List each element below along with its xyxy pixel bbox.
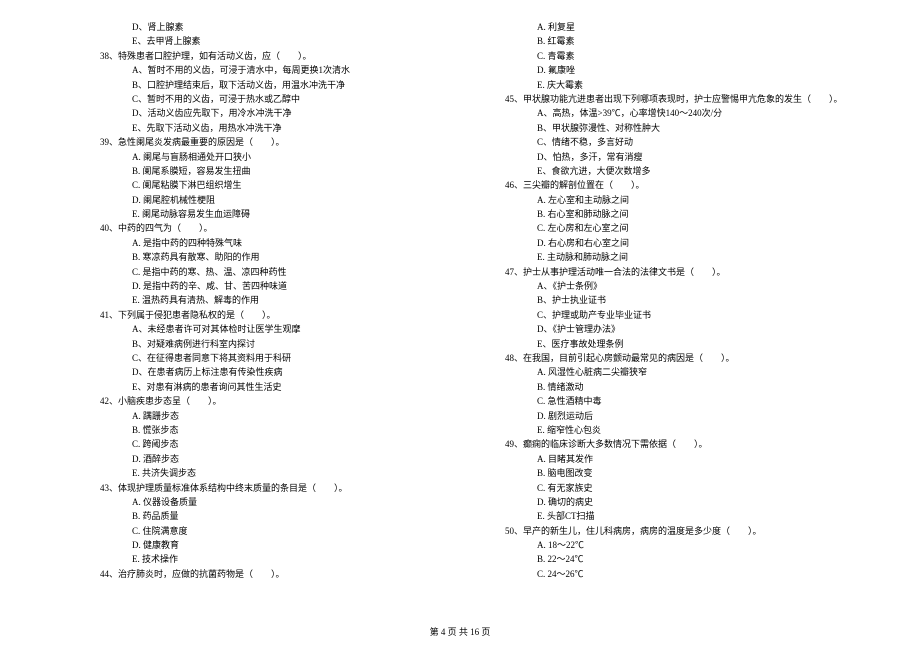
option-line: A. 目睹其发作 [505,452,860,466]
option-line: E. 共济失调步态 [100,466,455,480]
question-line: 48、在我国，目前引起心房颤动最常见的病因是（ ）。 [505,351,860,365]
option-line: B、甲状腺弥漫性、对称性肿大 [505,121,860,135]
option-line: E. 头部CT扫描 [505,509,860,523]
option-line: B. 右心室和肺动脉之间 [505,207,860,221]
option-line: D. 是指中药的辛、咸、甘、苦四种味道 [100,279,455,293]
question-line: 50、早产的新生儿，住儿科病房，病房的温度是多少度（ ）。 [505,524,860,538]
option-line: B. 药品质量 [100,509,455,523]
option-line: A. 利复星 [505,20,860,34]
option-line: D、《护士管理办法》 [505,322,860,336]
option-line: C. 住院满意度 [100,524,455,538]
question-line: 42、小脑疾患步态呈（ ）。 [100,394,455,408]
option-line: B. 寒凉药具有散寒、助阳的作用 [100,250,455,264]
option-line: D、活动义齿应先取下，用冷水冲洗干净 [100,106,455,120]
question-line: 40、中药的四气为（ ）。 [100,221,455,235]
option-line: C、暂时不用的义齿，可浸于热水或乙醇中 [100,92,455,106]
option-line: B. 红霉素 [505,34,860,48]
option-line: C. 阑尾粘膜下淋巴组织增生 [100,178,455,192]
option-line: B、护士执业证书 [505,293,860,307]
option-line: C. 是指中药的寒、热、温、凉四种药性 [100,265,455,279]
right-column: A. 利复星B. 红霉素C. 青霉素D. 氟康唑E. 庆大霉素45、甲状腺功能亢… [505,20,860,581]
option-line: C. 24～26℃ [505,567,860,581]
option-line: E、对患有淋病的患者询问其性生活史 [100,380,455,394]
question-line: 45、甲状腺功能亢进患者出现下列哪项表现时，护士应警惕甲亢危象的发生（ ）。 [505,92,860,106]
option-line: C. 有无家族史 [505,481,860,495]
left-column: D、肾上腺素E、去甲肾上腺素38、特殊患者口腔护理，如有活动义齿，应（ ）。A、… [100,20,455,581]
option-line: C. 青霉素 [505,49,860,63]
question-line: 46、三尖瓣的解剖位置在（ ）。 [505,178,860,192]
page-footer: 第 4 页 共 16 页 [0,625,920,638]
option-line: E、食欲亢进，大便次数增多 [505,164,860,178]
option-line: A、高热，体温>39℃，心率增快140～240次/分 [505,106,860,120]
option-line: B、对疑难病例进行科室内探讨 [100,337,455,351]
option-line: D、怕热，多汗，常有消瘦 [505,150,860,164]
option-line: E. 缩窄性心包炎 [505,423,860,437]
option-line: D. 剧烈运动后 [505,409,860,423]
option-line: E、医疗事故处理条例 [505,337,860,351]
option-line: D. 右心房和右心室之间 [505,236,860,250]
option-line: C、护理或助产专业毕业证书 [505,308,860,322]
question-line: 49、癫痫的临床诊断大多数情况下需依据（ ）。 [505,437,860,451]
option-line: A、暂时不用的义齿，可浸于清水中，每周更换1次清水 [100,63,455,77]
option-line: A. 18～22℃ [505,538,860,552]
option-line: D. 健康教育 [100,538,455,552]
option-line: D. 酒醉步态 [100,452,455,466]
question-line: 47、护士从事护理活动唯一合法的法律文书是（ ）。 [505,265,860,279]
question-line: 39、急性阑尾炎发病最重要的原因是（ ）。 [100,135,455,149]
option-line: C、情绪不稳，多言好动 [505,135,860,149]
option-line: E、去甲肾上腺素 [100,34,455,48]
content-columns: D、肾上腺素E、去甲肾上腺素38、特殊患者口腔护理，如有活动义齿，应（ ）。A、… [100,20,860,581]
option-line: E. 主动脉和肺动脉之间 [505,250,860,264]
option-line: C. 左心房和左心室之间 [505,221,860,235]
option-line: D. 阑尾腔机械性梗阻 [100,193,455,207]
option-line: D. 确切的病史 [505,495,860,509]
option-line: A、《护士条例》 [505,279,860,293]
option-line: A. 左心室和主动脉之间 [505,193,860,207]
option-line: A. 是指中药的四种特殊气味 [100,236,455,250]
option-line: A. 仪器设备质量 [100,495,455,509]
option-line: E、先取下活动义齿，用热水冲洗干净 [100,121,455,135]
option-line: D. 氟康唑 [505,63,860,77]
option-line: E. 阑尾动脉容易发生血运障碍 [100,207,455,221]
option-line: B. 阑尾系膜短，容易发生扭曲 [100,164,455,178]
question-line: 43、体现护理质量标准体系结构中终末质量的条目是（ ）。 [100,481,455,495]
option-line: E. 技术操作 [100,552,455,566]
option-line: D、肾上腺素 [100,20,455,34]
question-line: 44、治疗肺炎时，应做的抗菌药物是（ ）。 [100,567,455,581]
option-line: E. 温热药具有清热、解毒的作用 [100,293,455,307]
option-line: C、在征得患者同意下将其资料用于科研 [100,351,455,365]
option-line: B. 慌张步态 [100,423,455,437]
question-line: 38、特殊患者口腔护理，如有活动义齿，应（ ）。 [100,49,455,63]
option-line: D、在患者病历上标注患有传染性疾病 [100,365,455,379]
option-line: A. 阑尾与盲肠相通处开口狭小 [100,150,455,164]
option-line: C. 急性酒精中毒 [505,394,860,408]
question-line: 41、下列属于侵犯患者隐私权的是（ ）。 [100,308,455,322]
option-line: B. 脑电图改变 [505,466,860,480]
option-line: E. 庆大霉素 [505,78,860,92]
option-line: B、口腔护理结束后，取下活动义齿，用温水冲洗干净 [100,78,455,92]
option-line: A、未经患者许可对其体检时让医学生观摩 [100,322,455,336]
option-line: B. 情绪激动 [505,380,860,394]
option-line: B. 22～24℃ [505,552,860,566]
option-line: A. 蹒跚步态 [100,409,455,423]
option-line: C. 跨阈步态 [100,437,455,451]
option-line: A. 风湿性心脏病二尖瓣狭窄 [505,365,860,379]
